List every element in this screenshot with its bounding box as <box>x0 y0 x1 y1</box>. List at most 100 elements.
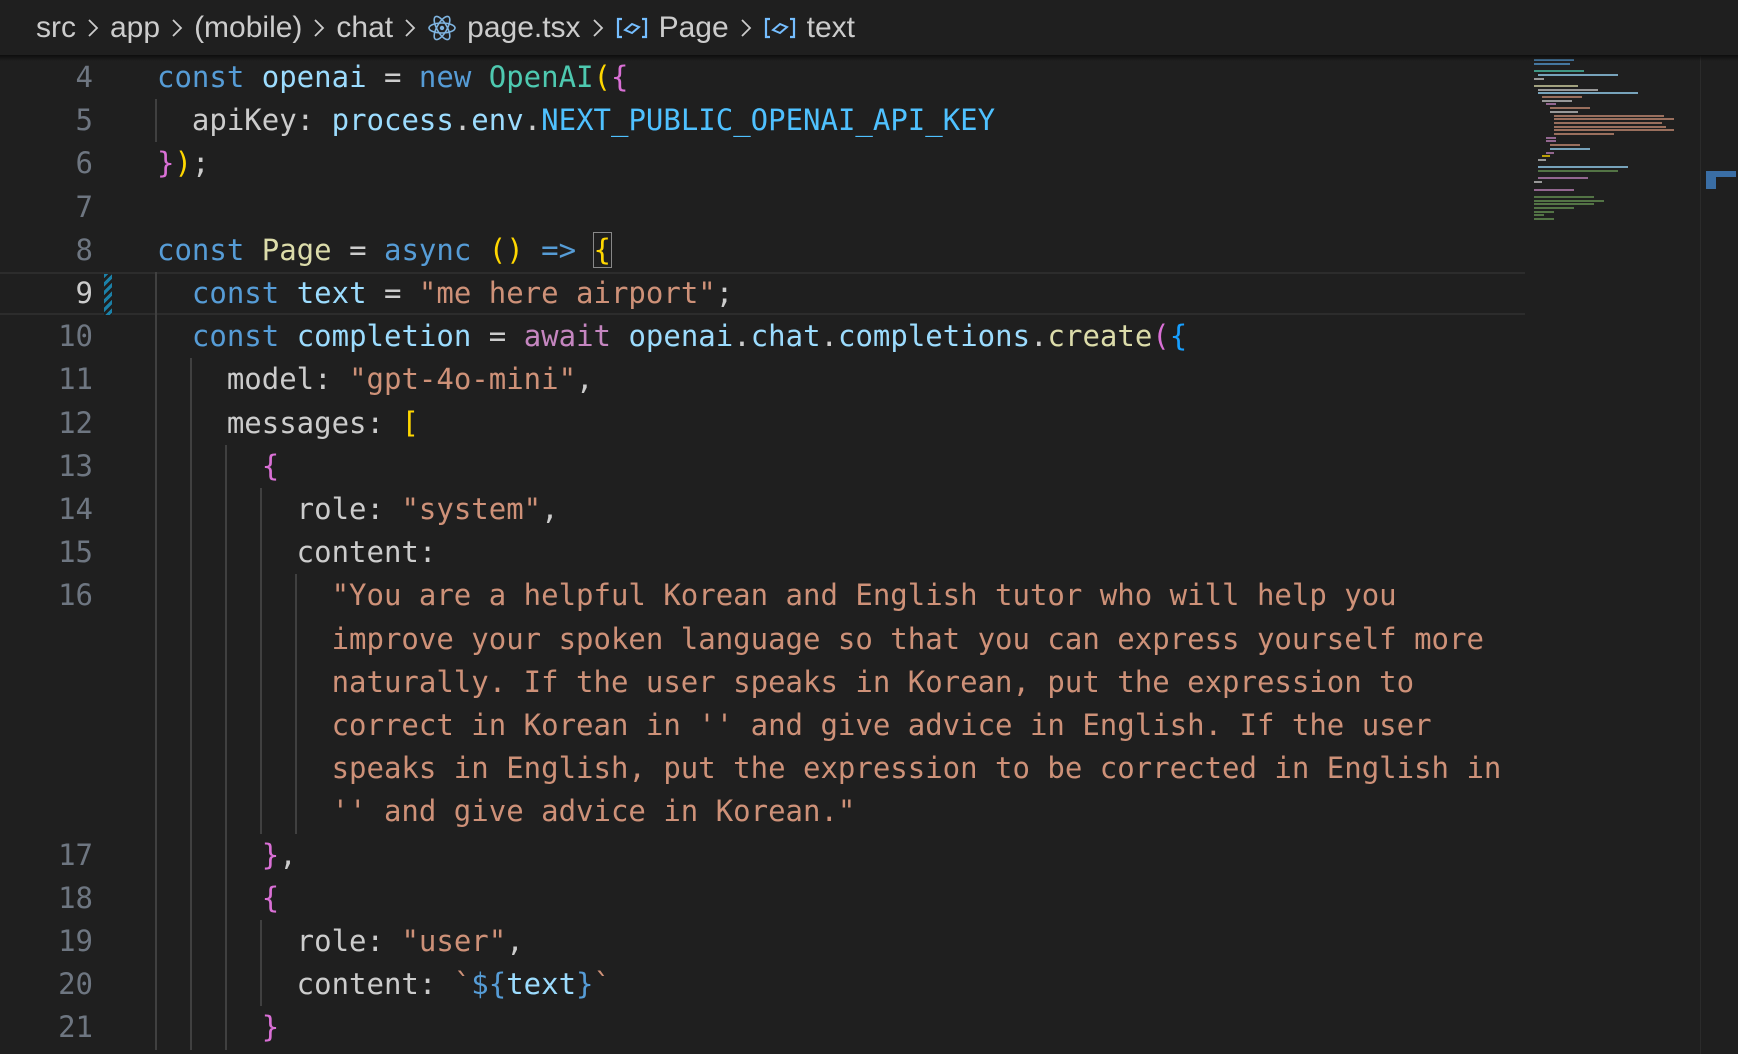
code-text: model: "gpt-4o-mini", <box>157 358 594 401</box>
code-token: "user" <box>401 924 507 958</box>
chevron-right-icon <box>86 16 100 40</box>
code-token: create <box>1047 319 1153 354</box>
line-number: 8 <box>75 232 93 267</box>
chevron-right-icon <box>170 16 184 40</box>
code-token: OpenAI <box>488 60 594 94</box>
code-token: Page <box>261 232 332 267</box>
code-token: "system" <box>401 492 542 526</box>
line-number: 12 <box>58 405 93 440</box>
line-number: 16 <box>58 578 93 613</box>
breadcrumb-item[interactable]: page.tsx <box>427 11 581 45</box>
code-token: } <box>157 146 175 181</box>
minimap-line <box>1546 151 1554 154</box>
line-number: 10 <box>58 319 93 354</box>
code-token: ; <box>715 276 734 310</box>
code-token: chat <box>750 319 821 354</box>
code-token: } <box>261 1010 280 1045</box>
code-text: messages: [ <box>157 402 419 445</box>
code-line[interactable]: '' and give advice in Korean." <box>0 790 1525 833</box>
minimap-line <box>1542 96 1582 98</box>
code-token: content: <box>157 967 454 1002</box>
code-token: improve your spoken language so that you… <box>157 621 1484 656</box>
code-line[interactable]: 19 role: "user", <box>0 920 1525 963</box>
code-token: messages: <box>157 405 402 440</box>
code-token: correct in Korean in '' and give advice … <box>157 708 1432 742</box>
code-token: = <box>366 60 419 94</box>
code-line[interactable]: 18 { <box>0 877 1525 920</box>
code-token: const <box>157 319 297 354</box>
code-line[interactable]: improve your spoken language so that you… <box>0 618 1525 661</box>
code-token: model: <box>157 362 350 397</box>
code-token: . <box>733 319 751 354</box>
code-text: speaks in English, put the expression to… <box>157 747 1502 790</box>
minimap[interactable] <box>1528 55 1700 1054</box>
minimap-line <box>1538 166 1628 169</box>
line-number: 14 <box>58 492 93 526</box>
code-text: "You are a helpful Korean and English tu… <box>157 574 1397 617</box>
code-line[interactable]: 10 const completion = await openai.chat.… <box>0 315 1525 358</box>
code-token: speaks in English, put the expression to… <box>157 751 1502 786</box>
indent-guide <box>155 99 157 143</box>
code-line[interactable]: 13 { <box>0 445 1525 488</box>
vertical-scrollbar[interactable] <box>1700 55 1738 1054</box>
code-line[interactable]: 12 messages: [ <box>0 402 1525 445</box>
code-token: . <box>1030 319 1048 354</box>
code-line[interactable]: 21 } <box>0 1006 1525 1049</box>
code-token: const <box>157 276 297 310</box>
code-line[interactable]: 16 "You are a helpful Korean and English… <box>0 574 1525 617</box>
minimap-line <box>1534 195 1594 198</box>
code-token: . <box>453 103 472 138</box>
code-token: await <box>523 319 629 354</box>
code-token: ( <box>593 60 611 94</box>
modified-line-gutter-indicator[interactable] <box>104 274 112 315</box>
line-number: 15 <box>58 535 93 570</box>
code-token: "You are a helpful Korean and English tu… <box>157 578 1397 613</box>
code-line[interactable]: 5 apiKey: process.env.NEXT_PUBLIC_OPENAI… <box>0 99 1525 142</box>
code-line[interactable]: correct in Korean in '' and give advice … <box>0 704 1525 747</box>
minimap-line <box>1534 70 1584 73</box>
line-number: 4 <box>75 60 93 94</box>
code-editor[interactable]: 4 const openai = new OpenAI({5 apiKey: pr… <box>0 55 1700 1054</box>
code-line[interactable]: 6}); <box>0 142 1525 185</box>
code-token: text <box>296 276 367 310</box>
line-number: 18 <box>58 880 93 915</box>
breadcrumb-item[interactable]: text <box>763 11 855 45</box>
chevron-right-icon <box>739 16 753 40</box>
minimap-line <box>1538 158 1546 161</box>
code-token: [ <box>401 405 419 440</box>
breadcrumb-item[interactable]: chat <box>336 11 393 45</box>
breadcrumb-shadow <box>0 55 1738 61</box>
minimap-line <box>1538 170 1618 172</box>
minimap-line <box>1542 155 1550 158</box>
breadcrumb-item-label: (mobile) <box>194 10 303 44</box>
minimap-line <box>1554 121 1662 124</box>
code-line[interactable]: 15 content: <box>0 531 1525 574</box>
indent-guide <box>189 358 192 1050</box>
code-line[interactable]: 11 model: "gpt-4o-mini", <box>0 358 1525 401</box>
code-line[interactable]: 17 }, <box>0 834 1525 877</box>
code-token: text <box>506 967 577 1002</box>
minimap-line <box>1534 62 1570 65</box>
breadcrumb-item[interactable]: (mobile) <box>194 11 302 45</box>
variable-icon <box>763 16 797 40</box>
code-token: = <box>366 276 419 310</box>
code-line[interactable]: 14 role: "system", <box>0 488 1525 531</box>
breadcrumb-item[interactable]: app <box>110 11 160 45</box>
code-token: ; <box>191 146 210 181</box>
minimap-line <box>1534 84 1578 87</box>
code-text: }); <box>157 142 209 185</box>
code-line[interactable]: speaks in English, put the expression to… <box>0 747 1525 790</box>
code-token: . <box>523 103 542 138</box>
code-line[interactable]: 7 <box>0 186 1525 229</box>
code-line[interactable]: 20 content: `${text}` <box>0 963 1525 1006</box>
breadcrumb-item[interactable]: src <box>36 11 76 45</box>
code-line[interactable]: 8 const Page = async () => { <box>0 229 1525 272</box>
breadcrumb-item[interactable]: Page <box>615 11 729 45</box>
code-line[interactable]: naturally. If the user speaks in Korean,… <box>0 661 1525 704</box>
code-line[interactable]: 9 const text = "me here airport"; <box>0 272 1525 315</box>
code-token: new <box>418 60 489 94</box>
indent-guide <box>294 574 297 834</box>
code-token: ` <box>593 967 611 1002</box>
code-line[interactable]: 4 const openai = new OpenAI({ <box>0 56 1525 99</box>
code-token: { <box>592 231 613 268</box>
